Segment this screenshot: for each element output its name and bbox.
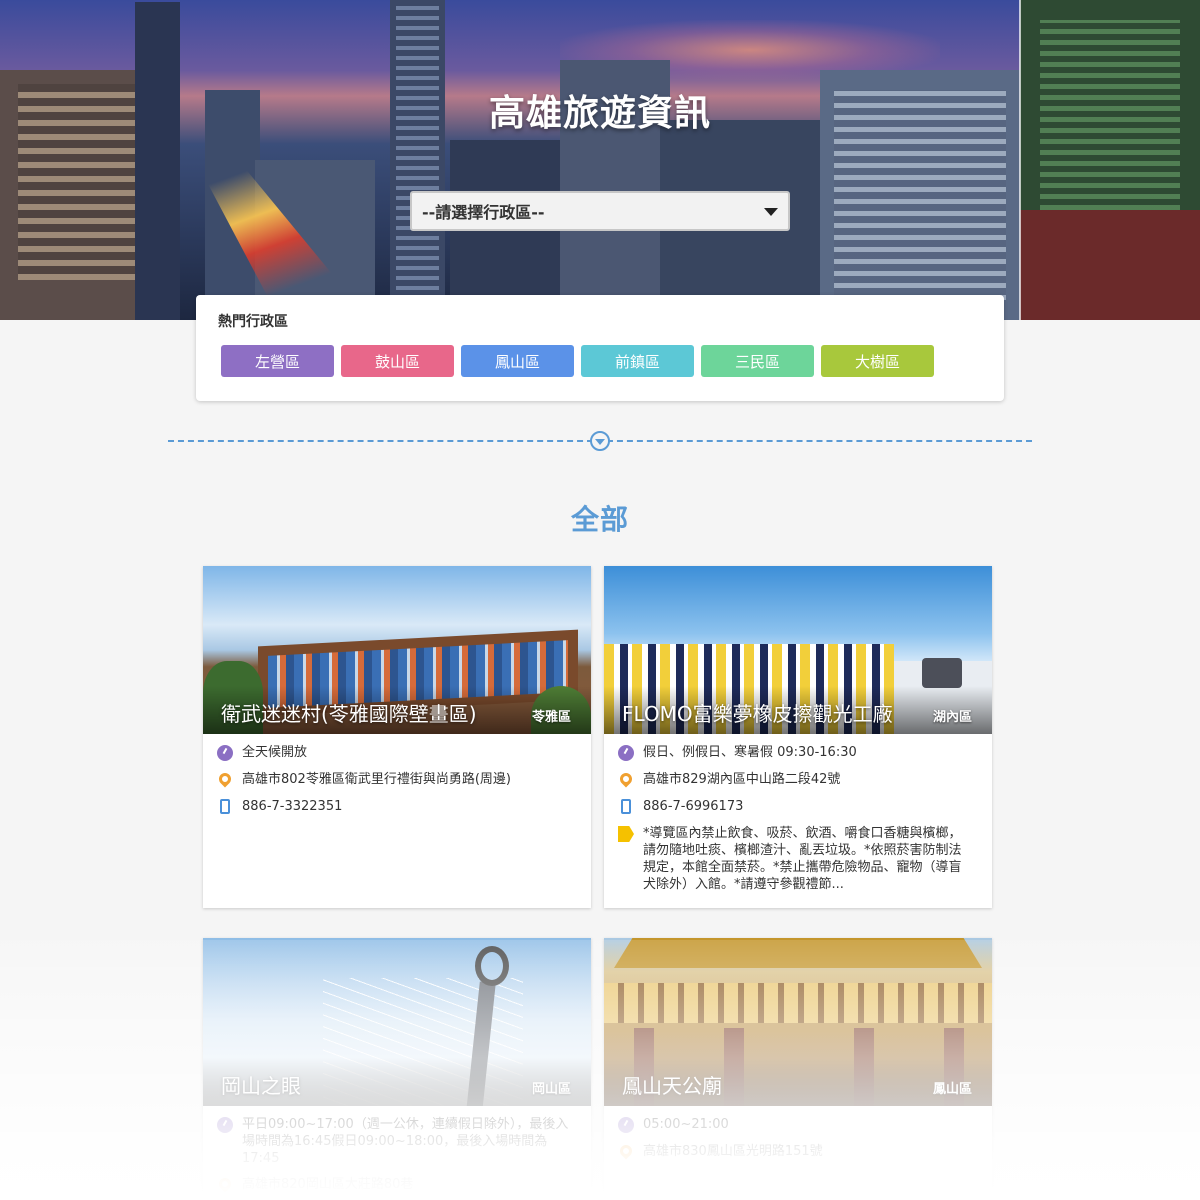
attraction-zone: 鳳山區	[932, 1082, 972, 1097]
attraction-name: FLOMO富樂夢橡皮擦觀光工廠	[622, 702, 893, 726]
location-pin-icon	[617, 770, 635, 788]
building	[390, 0, 445, 320]
chevron-down-icon	[764, 208, 778, 216]
attraction-card[interactable]: 衛武迷迷村(苓雅國際壁畫區) 苓雅區 全天候開放 高雄市802苓雅區衛武里行禮街…	[203, 566, 591, 908]
clock-icon	[217, 745, 233, 761]
info-address: 高雄市820岡山區大莊路80巷	[216, 1175, 577, 1194]
address-text: 高雄市829湖內區中山路二段42號	[643, 772, 841, 787]
phone-text: 886-7-3322351	[242, 799, 343, 814]
attraction-zone: 岡山區	[531, 1082, 571, 1097]
bottom-fade	[0, 940, 1200, 1200]
location-pin-icon	[216, 1175, 234, 1193]
info-address: 高雄市829湖內區中山路二段42號	[617, 770, 978, 789]
attraction-card[interactable]: 鳳山天公廟 鳳山區 05:00~21:00 高雄市830鳳山區光明路151號	[604, 938, 992, 1200]
hot-districts-buttons: 左營區 鼓山區 鳳山區 前鎮區 三民區 大樹區	[221, 345, 934, 377]
clock-icon	[618, 745, 634, 761]
attraction-zone: 苓雅區	[531, 710, 571, 725]
info-hours: 全天候開放	[217, 744, 577, 762]
location-pin-icon	[617, 1142, 635, 1160]
info-hours: 假日、例假日、寒暑假 09:30-16:30	[618, 744, 978, 762]
address-text: 高雄市830鳳山區光明路151號	[643, 1144, 823, 1159]
district-button-dashu[interactable]: 大樹區	[821, 345, 934, 377]
phone-icon	[621, 799, 631, 814]
location-pin-icon	[216, 770, 234, 788]
building	[1020, 210, 1200, 320]
hours-text: 平日09:00~17:00（週一公休，連續假日除外），最後入場時間為16:45假…	[242, 1117, 569, 1166]
district-select[interactable]: --請選擇行政區--	[410, 191, 790, 231]
hours-text: 假日、例假日、寒暑假 09:30-16:30	[643, 745, 857, 760]
hero-divider	[1019, 0, 1021, 320]
info-address: 高雄市830鳳山區光明路151號	[617, 1142, 978, 1161]
district-button-sanmin[interactable]: 三民區	[701, 345, 814, 377]
section-title: 全部	[570, 503, 629, 536]
clock-icon	[217, 1117, 233, 1133]
district-button-qianzhen[interactable]: 前鎮區	[581, 345, 694, 377]
info-phone: 886-7-6996173	[618, 798, 978, 816]
hot-districts-title: 熱門行政區	[218, 314, 288, 330]
attraction-name: 岡山之眼	[221, 1074, 301, 1098]
info-notes: *導覽區內禁止飲食、吸菸、飲酒、嚼食口香糖與檳榔，請勿隨地吐痰、檳榔渣汁、亂丟垃…	[618, 825, 978, 893]
page-title: 高雄旅遊資訊	[488, 93, 711, 134]
tag-icon	[618, 826, 634, 842]
hero-banner	[0, 0, 1200, 320]
attraction-card[interactable]: 岡山之眼 岡山區 平日09:00~17:00（週一公休，連續假日除外），最後入場…	[203, 938, 591, 1200]
district-button-fengshan[interactable]: 鳳山區	[461, 345, 574, 377]
district-select-value: --請選擇行政區--	[422, 203, 545, 222]
attraction-card[interactable]: FLOMO富樂夢橡皮擦觀光工廠 湖內區 假日、例假日、寒暑假 09:30-16:…	[604, 566, 992, 908]
attraction-photo: 衛武迷迷村(苓雅國際壁畫區) 苓雅區	[203, 566, 591, 734]
address-text: 高雄市802苓雅區衛武里行禮街與尚勇路(周邊)	[242, 772, 511, 787]
info-hours: 05:00~21:00	[618, 1116, 978, 1134]
hours-text: 全天候開放	[242, 745, 308, 760]
scroll-down-icon[interactable]	[590, 431, 610, 451]
attraction-name: 鳳山天公廟	[622, 1074, 722, 1098]
info-hours: 平日09:00~17:00（週一公休，連續假日除外），最後入場時間為16:45假…	[217, 1116, 577, 1167]
notes-text: *導覽區內禁止飲食、吸菸、飲酒、嚼食口香糖與檳榔，請勿隨地吐痰、檳榔渣汁、亂丟垃…	[643, 826, 962, 892]
hours-text: 05:00~21:00	[643, 1117, 729, 1132]
attraction-photo: 岡山之眼 岡山區	[203, 938, 591, 1106]
attraction-zone: 湖內區	[932, 710, 972, 725]
clock-icon	[618, 1117, 634, 1133]
district-button-zuoying[interactable]: 左營區	[221, 345, 334, 377]
phone-icon	[220, 799, 230, 814]
address-text: 高雄市820岡山區大莊路80巷	[242, 1177, 414, 1192]
attraction-name: 衛武迷迷村(苓雅國際壁畫區)	[221, 702, 477, 726]
info-phone: 886-7-3322351	[217, 798, 577, 816]
building	[135, 2, 180, 320]
attraction-photo: FLOMO富樂夢橡皮擦觀光工廠 湖內區	[604, 566, 992, 734]
hot-districts-panel: 熱門行政區 左營區 鼓山區 鳳山區 前鎮區 三民區 大樹區	[196, 295, 1004, 401]
district-button-gushan[interactable]: 鼓山區	[341, 345, 454, 377]
info-address: 高雄市802苓雅區衛武里行禮街與尚勇路(周邊)	[216, 770, 577, 789]
phone-text: 886-7-6996173	[643, 799, 744, 814]
attraction-photo: 鳳山天公廟 鳳山區	[604, 938, 992, 1106]
